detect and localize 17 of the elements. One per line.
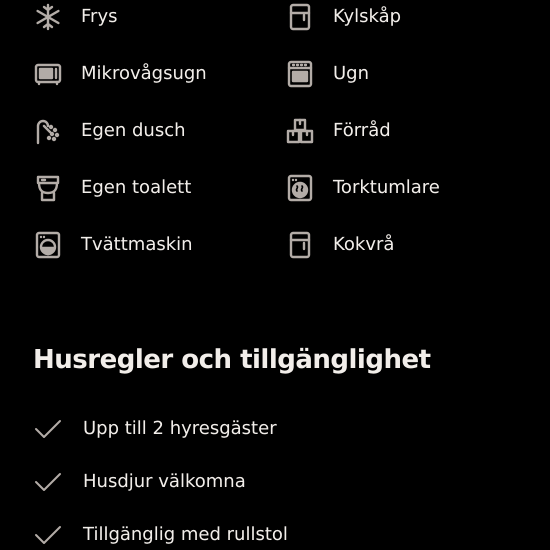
- washing-machine-icon: [33, 230, 63, 260]
- amenity-label: Torktumlare: [333, 177, 440, 198]
- section-heading: Husregler och tillgänglighet: [33, 344, 432, 377]
- rule-label: Tillgänglig med rullstol: [83, 524, 288, 545]
- amenity-label: Kylskåp: [333, 6, 402, 27]
- amenity-label: Kokvrå: [333, 234, 394, 255]
- amenity-label: Tvättmaskin: [81, 234, 193, 255]
- oven-icon: [285, 58, 315, 88]
- rule-label: Upp till 2 hyresgäster: [83, 418, 277, 439]
- amenity-label: Egen toalett: [81, 177, 192, 198]
- dryer-icon: [285, 172, 315, 202]
- rule-label: Husdjur välkomna: [83, 471, 246, 492]
- amenity-label: Frys: [81, 6, 118, 27]
- amenity-label: Egen dusch: [81, 120, 186, 141]
- amenity-label: Mikrovågsugn: [81, 63, 207, 84]
- amenity-label: Förråd: [333, 120, 391, 141]
- amenity-label: Ugn: [333, 63, 370, 84]
